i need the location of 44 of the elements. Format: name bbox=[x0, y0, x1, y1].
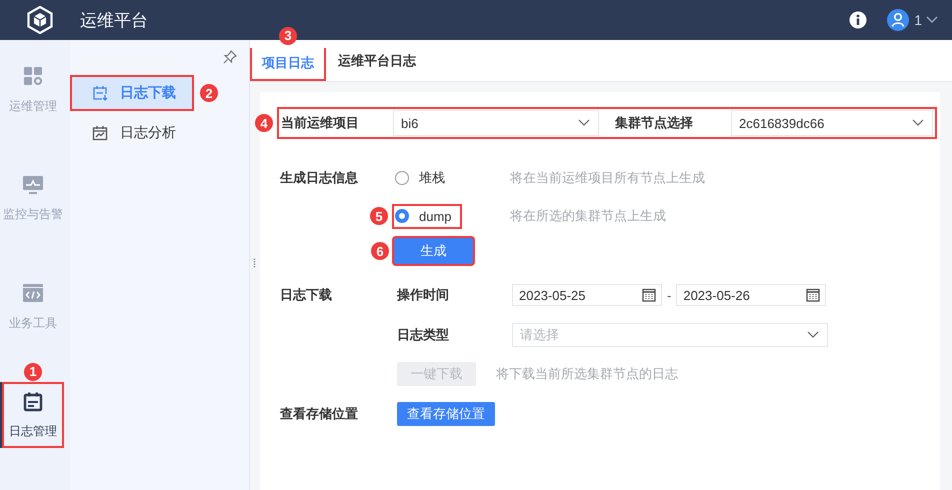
hint-text: 将在当前运维项目所有节点上生成 bbox=[510, 169, 706, 187]
step-badge: 2 bbox=[200, 84, 218, 102]
date-field[interactable]: 2023-05-26 bbox=[676, 284, 826, 306]
section-label: 查看存储位置 bbox=[280, 405, 359, 423]
apps-gear-icon bbox=[23, 66, 43, 86]
pin-icon[interactable] bbox=[223, 50, 237, 64]
range-separator: - bbox=[667, 288, 672, 302]
hint-text: 将下载当前所选集群节点的日志 bbox=[496, 365, 678, 383]
cube-logo-icon bbox=[26, 6, 54, 34]
field-label: 操作时间 bbox=[397, 286, 450, 304]
generate-button[interactable]: 生成 bbox=[394, 238, 473, 264]
field-label: 当前运维项目 bbox=[281, 114, 360, 132]
chevron-down-icon[interactable] bbox=[926, 16, 938, 24]
code-window-icon bbox=[22, 283, 44, 303]
step-badge: 1 bbox=[24, 362, 42, 380]
calendar-icon bbox=[642, 288, 656, 302]
splitter-handle[interactable] bbox=[253, 258, 256, 268]
project-select[interactable]: bi6 bbox=[393, 110, 599, 136]
step-badge: 6 bbox=[371, 242, 389, 260]
section-label: 生成日志信息 bbox=[280, 169, 359, 187]
chevron-down-icon bbox=[578, 119, 590, 127]
chevron-down-icon bbox=[807, 331, 819, 339]
info-icon[interactable] bbox=[849, 11, 868, 29]
submenu-item[interactable]: 日志分析 bbox=[70, 115, 249, 151]
calendar-chart-icon bbox=[92, 125, 108, 141]
user-name[interactable]: 1 bbox=[914, 12, 922, 28]
user-avatar-icon[interactable] bbox=[887, 9, 910, 31]
step-badge: 4 bbox=[255, 114, 273, 132]
step-badge: 5 bbox=[370, 207, 388, 225]
field-label: 集群节点选择 bbox=[615, 114, 694, 132]
calendar-icon bbox=[23, 392, 43, 412]
calendar-icon bbox=[806, 288, 820, 302]
hint-text: 将在所选的集群节点上生成 bbox=[510, 207, 667, 225]
calendar-download-icon bbox=[92, 85, 108, 101]
date-field[interactable]: 2023-05-25 bbox=[512, 284, 662, 306]
monitor-icon bbox=[22, 174, 44, 194]
chevron-down-icon bbox=[912, 119, 924, 127]
node-select[interactable]: 2c616839dc66 bbox=[731, 110, 933, 136]
app-title: 运维平台 bbox=[80, 10, 148, 32]
storage-button[interactable]: 查看存储位置 bbox=[397, 402, 495, 426]
section-label: 日志下载 bbox=[280, 286, 333, 304]
field-label: 日志类型 bbox=[397, 326, 450, 344]
radio-option[interactable]: 堆栈 bbox=[392, 164, 455, 192]
tab[interactable]: 运维平台日志 bbox=[326, 44, 428, 78]
